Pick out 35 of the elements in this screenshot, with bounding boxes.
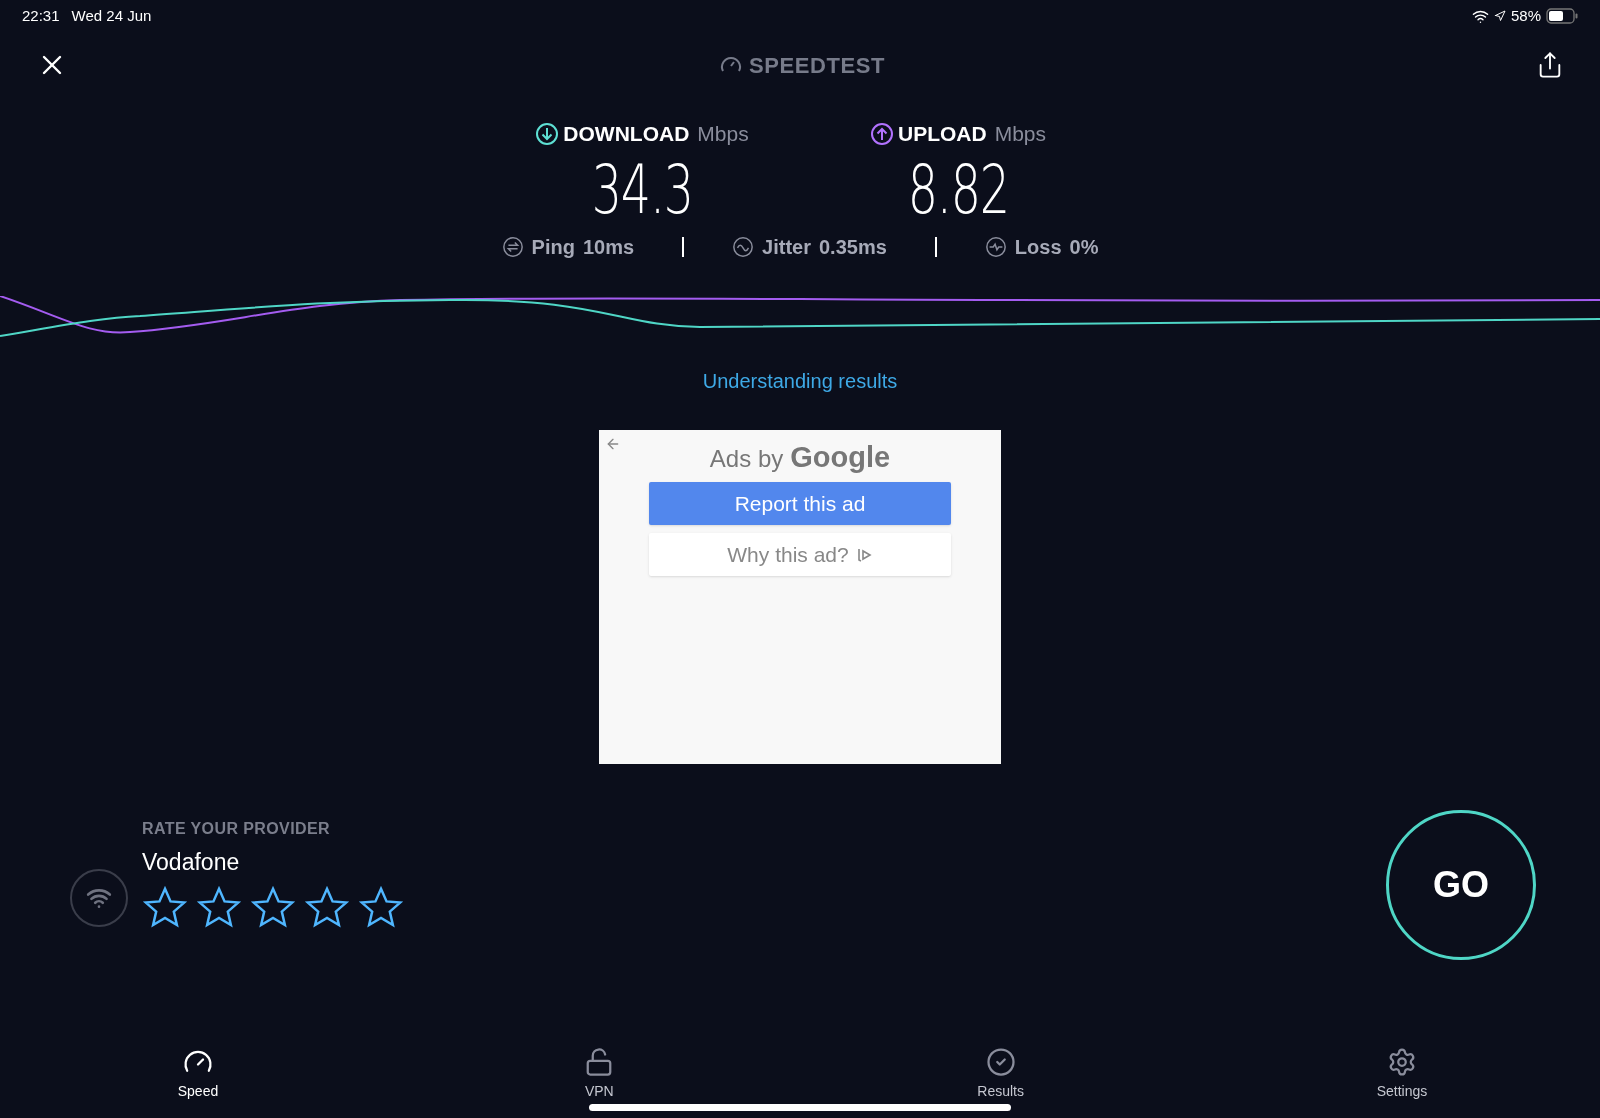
ad-choices-icon xyxy=(856,546,873,563)
check-circle-icon xyxy=(985,1047,1016,1077)
result-label: DOWNLOAD xyxy=(563,121,690,147)
result-label: UPLOAD xyxy=(898,121,987,147)
go-button[interactable]: GO xyxy=(1386,809,1536,960)
metric-value: 0.35ms xyxy=(819,234,887,260)
tab-bar-item[interactable]: Speed xyxy=(148,1047,248,1102)
metric-label: Loss xyxy=(1014,234,1062,260)
status-time: 22:31 xyxy=(22,5,60,26)
tab-bar-item[interactable]: Results xyxy=(950,1047,1051,1102)
settings-icon xyxy=(1387,1047,1417,1077)
app-title: SPEEDTEST xyxy=(749,51,885,80)
metric-label: Ping xyxy=(531,234,575,260)
metric-label: Jitter xyxy=(762,234,811,260)
result-value: 34.3 xyxy=(591,149,693,230)
metric-value: 0% xyxy=(1069,234,1099,260)
understanding-results-link[interactable]: Understanding results xyxy=(702,365,898,396)
battery-percentage: 58% xyxy=(1510,5,1541,26)
ad-heading: Ads by xyxy=(709,443,784,474)
ping-icon xyxy=(501,235,524,258)
provider-name: Vodafone xyxy=(142,848,241,877)
wave-icon xyxy=(732,235,755,258)
status-date: Wed 24 Jun xyxy=(71,5,152,26)
unit-label: Mbps xyxy=(697,121,749,147)
location-icon xyxy=(1493,10,1506,22)
metric-value: 10ms xyxy=(582,234,635,260)
rate-heading: RATE YOUR PROVIDER xyxy=(142,819,331,839)
google-wordmark: Google xyxy=(790,439,891,475)
pulse-icon xyxy=(984,235,1007,258)
why-this-ad-button[interactable]: Why this ad? xyxy=(649,533,951,576)
unit-label: Mbps xyxy=(994,121,1046,147)
result-value: 8.82 xyxy=(907,149,1009,230)
battery-icon xyxy=(1546,8,1578,24)
tab-bar-item[interactable]: Settings xyxy=(1352,1047,1452,1102)
tab-bar-item[interactable]: VPN xyxy=(549,1047,650,1102)
